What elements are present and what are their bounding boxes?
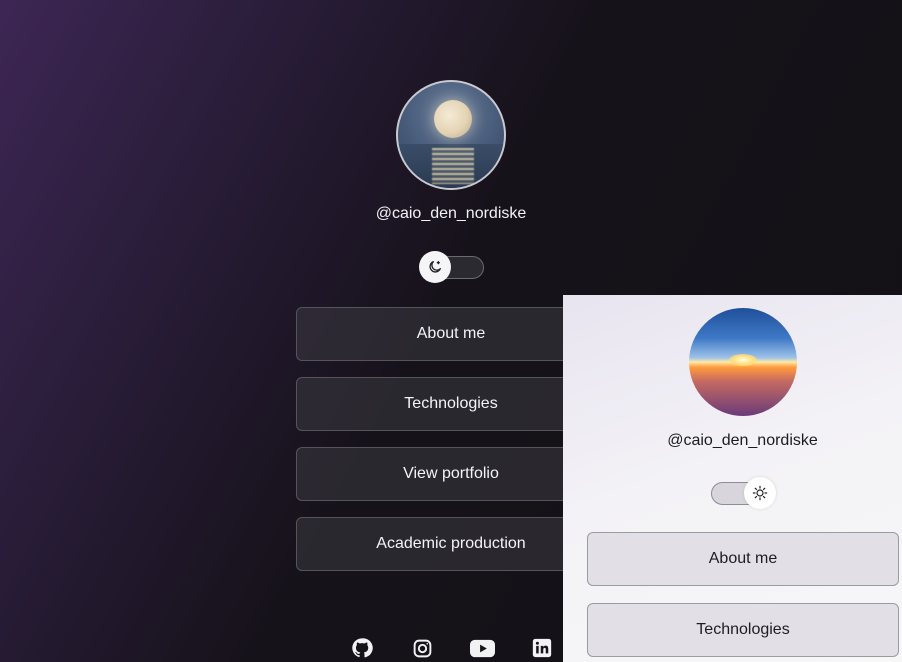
username: @caio_den_nordiske xyxy=(667,432,818,449)
youtube-icon[interactable] xyxy=(469,636,495,660)
academic-production-button[interactable]: Academic production xyxy=(296,517,606,571)
button-label: Technologies xyxy=(696,621,790,638)
technologies-button[interactable]: Technologies xyxy=(587,603,899,657)
sun-image xyxy=(729,354,757,366)
button-label: Academic production xyxy=(376,535,526,552)
button-label: View portfolio xyxy=(403,465,499,482)
button-label: Technologies xyxy=(404,395,498,412)
view-portfolio-button[interactable]: View portfolio xyxy=(296,447,606,501)
theme-toggle[interactable] xyxy=(419,251,484,283)
linkedin-icon[interactable] xyxy=(530,636,554,660)
moon-icon xyxy=(419,251,451,283)
button-label: About me xyxy=(708,550,778,567)
profile-avatar xyxy=(689,308,797,416)
github-icon[interactable] xyxy=(350,636,374,660)
moon-image xyxy=(434,100,472,138)
light-theme-view: @caio_den_nordiske About me Technologies xyxy=(563,295,902,662)
profile-avatar xyxy=(396,80,506,190)
about-me-button[interactable]: About me xyxy=(296,307,606,361)
username: @caio_den_nordiske xyxy=(375,205,527,222)
theme-toggle[interactable] xyxy=(711,477,776,509)
button-label: About me xyxy=(416,325,486,342)
instagram-icon[interactable] xyxy=(410,636,434,660)
technologies-button[interactable]: Technologies xyxy=(296,377,606,431)
about-me-button[interactable]: About me xyxy=(587,532,899,586)
sun-icon xyxy=(744,477,776,509)
